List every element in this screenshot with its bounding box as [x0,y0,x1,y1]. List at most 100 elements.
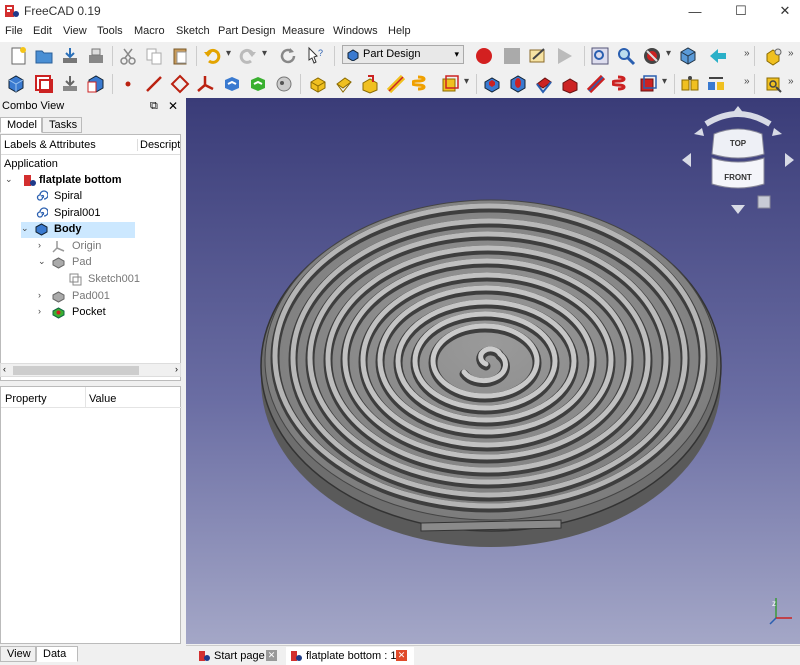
additive-pipe-icon[interactable] [386,74,406,94]
menu-tools[interactable]: Tools [97,25,123,37]
additive-helix-icon[interactable] [412,74,432,94]
maximize-button[interactable]: ☐ [726,0,756,22]
paste-icon[interactable] [170,46,190,66]
tree-item-sketch001[interactable]: Sketch001 [69,272,179,288]
tree-item-pocket[interactable]: › Pocket [38,305,178,321]
chevron-right-icon[interactable]: › [38,306,41,316]
part-design-clone-icon[interactable] [274,74,294,94]
open-folder-icon[interactable] [34,46,54,66]
save-icon[interactable] [60,46,80,66]
macro-edit-icon[interactable] [528,46,548,66]
scroll-right-icon[interactable]: › [175,364,178,374]
draw-style-icon[interactable] [642,46,662,66]
toolbar-overflow-right-icon-2[interactable]: » [788,76,794,87]
close-tab-icon[interactable]: ✕ [266,650,277,661]
validate-sketch-icon[interactable] [60,74,80,94]
toolbar-overflow-icon-2[interactable]: » [744,76,750,87]
subtractive-loft-icon[interactable] [560,74,580,94]
undock-icon[interactable]: ⧉ [150,100,158,113]
measure-icon[interactable] [764,74,784,94]
3d-viewport[interactable]: TOP FRONT z [186,98,800,644]
sub-shape-binder-icon[interactable] [248,74,268,94]
clone-icon[interactable] [86,74,106,94]
doc-tab-flatplate-bottom[interactable]: flatplate bottom : 1* ✕ [286,647,414,665]
fit-selection-icon[interactable] [616,46,636,66]
navigation-cube[interactable]: TOP FRONT [682,106,794,214]
subtractive-pipe-icon[interactable] [586,74,606,94]
back-arrow-icon[interactable] [708,46,728,66]
menu-sketch[interactable]: Sketch [176,25,210,37]
mirrored-icon[interactable] [680,74,700,94]
close-button[interactable]: ✕ [770,0,800,22]
menu-macro[interactable]: Macro [134,25,165,37]
hole-icon[interactable] [508,74,528,94]
chevron-right-icon[interactable]: › [38,290,41,300]
copy-icon[interactable] [144,46,164,66]
undo-dropdown-icon[interactable]: ▾ [226,48,231,59]
menu-view[interactable]: View [63,25,87,37]
panel-close-icon[interactable]: ✕ [168,99,178,113]
tree-item-spiral[interactable]: Spiral [35,189,175,205]
create-sketch-icon[interactable] [34,74,54,94]
revolution-icon[interactable] [334,74,354,94]
bounding-box-icon[interactable] [678,46,698,66]
subtractive-primitive-icon[interactable] [638,74,658,94]
groove-icon[interactable] [534,74,554,94]
macro-record-icon[interactable] [474,46,494,66]
fit-all-icon[interactable] [590,46,610,66]
tab-model[interactable]: Model [0,117,42,133]
toolbar-overflow-right-icon[interactable]: » [788,48,794,59]
datum-point-icon[interactable] [118,74,138,94]
local-coordinate-system-icon[interactable] [196,74,216,94]
chevron-down-icon[interactable]: ⌄ [5,174,13,185]
chevron-right-icon[interactable]: › [38,240,41,250]
redo-dropdown-icon[interactable]: ▾ [262,48,267,59]
spiral-plate-model[interactable]: TOP FRONT z [186,98,800,644]
refresh-icon[interactable] [278,46,298,66]
scroll-left-icon[interactable]: ‹ [3,364,6,374]
tree-item-spiral001[interactable]: Spiral001 [35,206,175,222]
datum-line-icon[interactable] [144,74,164,94]
view-menu-cube-icon[interactable] [757,195,771,209]
tree-item-origin[interactable]: › Origin [38,239,178,255]
save-as-icon[interactable] [86,46,106,66]
pad-icon[interactable] [308,74,328,94]
minimize-button[interactable]: — [680,0,710,22]
value-column-header[interactable]: Value [89,393,116,405]
chevron-down-icon[interactable]: ⌄ [21,223,29,234]
tree-item-pad[interactable]: ⌄ Pad [38,255,178,271]
additive-primitive-dropdown-icon[interactable]: ▾ [464,76,469,87]
redo-icon[interactable] [238,46,258,66]
tab-tasks[interactable]: Tasks [42,117,82,133]
menu-file[interactable]: File [5,25,23,37]
create-body-icon[interactable] [6,74,26,94]
additive-primitive-icon[interactable] [440,74,460,94]
nav-cube-top-label[interactable]: TOP [730,139,747,148]
tree-column-description[interactable]: Descriptio [137,139,180,151]
new-document-icon[interactable] [8,46,28,66]
tree-item-pad001[interactable]: › Pad001 [38,289,178,305]
tree-horizontal-scrollbar[interactable]: ‹ › [0,363,181,377]
close-tab-icon[interactable]: ✕ [396,650,407,661]
whats-this-icon[interactable]: ? [306,46,326,66]
datum-plane-icon[interactable] [170,74,190,94]
undo-icon[interactable] [202,46,222,66]
shape-binder-icon[interactable] [222,74,242,94]
chevron-down-icon[interactable]: ⌄ [38,256,46,267]
property-column-header[interactable]: Property [5,393,47,405]
pocket-icon[interactable] [482,74,502,94]
nav-cube-front-label[interactable]: FRONT [724,173,752,182]
cut-icon[interactable] [118,46,138,66]
assembly-icon[interactable] [764,46,784,66]
tab-data[interactable]: Data [36,646,78,662]
tab-view[interactable]: View [0,646,36,662]
scrollbar-thumb[interactable] [13,366,139,375]
menu-edit[interactable]: Edit [33,25,52,37]
draw-style-dropdown-icon[interactable]: ▾ [666,48,671,59]
subtractive-helix-icon[interactable] [612,74,632,94]
menu-windows[interactable]: Windows [333,25,378,37]
toolbar-overflow-icon[interactable]: » [744,48,750,59]
menu-help[interactable]: Help [388,25,411,37]
macro-run-icon[interactable] [554,46,574,66]
menu-measure[interactable]: Measure [282,25,325,37]
